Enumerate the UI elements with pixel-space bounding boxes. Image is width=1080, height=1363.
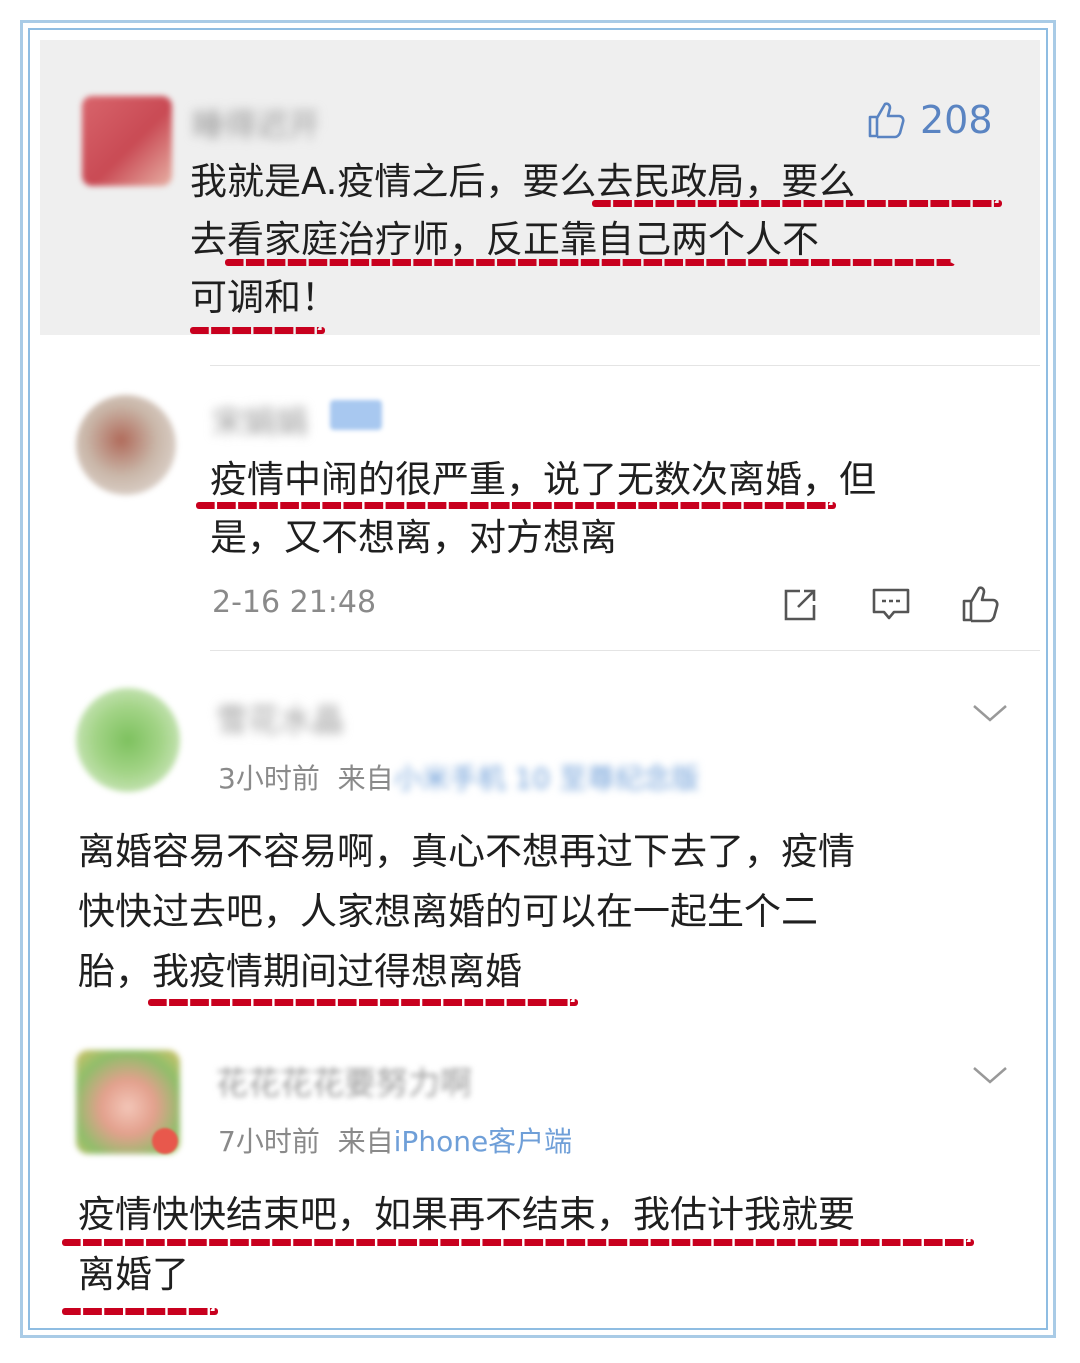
vip-badge [330,400,382,430]
post-time: 7小时前 [218,1125,320,1158]
comment-text-line: 可调和！ [190,276,338,319]
reply-text-line: 是，又不想离，对方想离 [210,516,617,559]
avatar[interactable] [76,688,180,792]
comment-text-line: 疫情快快结束吧，如果再不结束，我估计我就要 [78,1193,855,1236]
comment-text-line: 离婚容易不容易啊，真心不想再过下去了，疫情 [78,830,855,873]
from-label: 来自 [337,762,394,795]
red-underline [190,327,325,334]
timestamp: 2-16 21:48 [212,585,377,620]
comment-text-line: 离婚了 [78,1253,189,1296]
chevron-down-icon[interactable] [970,1064,1010,1088]
comment-text-line: 快快过去吧，人家想离婚的可以在一起生个二 [78,890,818,933]
comment-icon[interactable] [870,585,912,625]
thumbs-up-icon[interactable] [958,582,1002,626]
post-time: 3小时前 [218,762,320,795]
avatar[interactable] [82,96,172,186]
red-underline [592,200,1002,207]
comment-text-line: 胎，我疫情期间过得想离婚 [78,950,522,993]
username[interactable]: 睡得迟开 [192,100,320,146]
username[interactable]: 宋娟娟 [212,397,308,443]
like-button[interactable]: 208 [864,96,1004,144]
like-count: 208 [920,98,993,142]
username[interactable]: 雪花水晶 [216,695,344,741]
from-label: 来自 [337,1125,394,1158]
red-underline [225,259,955,266]
post-meta: 3小时前 来自小米手机 10 至尊纪念版 [218,757,699,797]
post-source[interactable]: iPhone客户端 [394,1125,573,1158]
divider [210,365,1040,366]
post-meta: 7小时前 来自iPhone客户端 [218,1120,572,1160]
chevron-down-icon[interactable] [970,702,1010,726]
reply-text-line: 疫情中闹的很严重，说了无数次离婚，但 [210,458,876,501]
username[interactable]: 花花花花要努力啊 [216,1058,472,1104]
divider [210,650,1040,651]
red-underline [148,999,578,1006]
share-icon[interactable] [780,585,820,625]
red-underline [62,1239,974,1246]
post-source[interactable]: 小米手机 10 至尊纪念版 [394,762,699,795]
red-underline [62,1308,218,1315]
avatar[interactable] [76,395,176,495]
thumbs-up-icon [868,102,905,139]
red-underline [196,502,836,509]
avatar-badge [152,1128,178,1154]
